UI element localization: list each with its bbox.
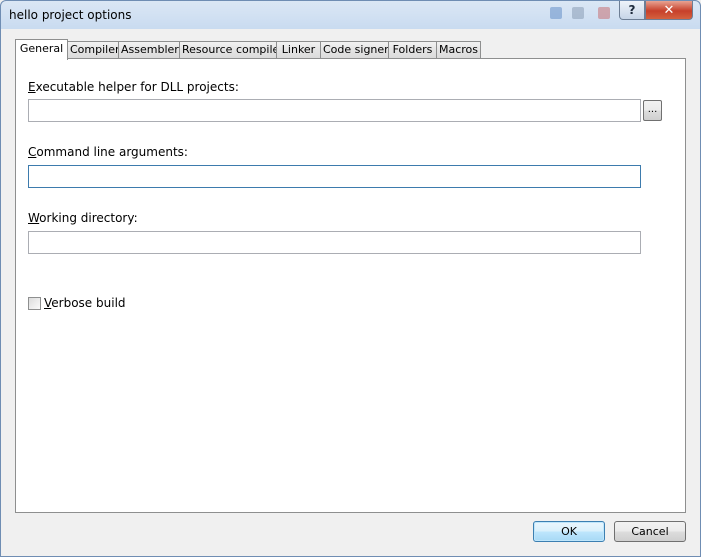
tab-assembler[interactable]: Assembler (118, 41, 180, 59)
background-window-icons (546, 5, 616, 23)
tab-compiler[interactable]: Compiler (67, 41, 120, 59)
general-tab-page: Executable helper for DLL projects: ... … (15, 58, 686, 513)
background-app-icon (550, 7, 562, 19)
background-app-icon (598, 7, 610, 19)
help-icon: ? (628, 3, 636, 17)
executable-helper-label: Executable helper for DLL projects: (28, 80, 239, 94)
ok-button[interactable]: OK (533, 521, 605, 542)
tab-folders[interactable]: Folders (388, 41, 437, 59)
tab-resource-compiler[interactable]: Resource compiler (179, 41, 284, 59)
close-button[interactable]: ✕ (645, 1, 693, 20)
verbose-build-checkbox-row[interactable]: Verbose build (28, 296, 126, 310)
tab-code-signer[interactable]: Code signer (320, 41, 389, 59)
tab-linker[interactable]: Linker (276, 41, 321, 59)
executable-helper-input[interactable] (28, 99, 641, 122)
dialog-client-area: General Compiler Assembler Resource comp… (9, 29, 694, 551)
window-title: hello project options (9, 8, 132, 22)
command-line-input[interactable] (28, 165, 641, 188)
background-app-icon (572, 7, 584, 19)
cancel-button[interactable]: Cancel (614, 521, 686, 542)
verbose-build-label[interactable]: Verbose build (44, 296, 126, 310)
close-icon: ✕ (663, 2, 675, 18)
working-directory-input[interactable] (28, 231, 641, 254)
tab-macros[interactable]: Macros (436, 41, 481, 59)
command-line-label: Command line arguments: (28, 145, 188, 159)
help-button[interactable]: ? (619, 1, 645, 20)
title-bar[interactable]: hello project options ? ✕ (1, 1, 700, 29)
verbose-build-checkbox[interactable] (28, 296, 41, 310)
working-directory-label: Working directory: (28, 211, 138, 225)
tab-general[interactable]: General (15, 39, 68, 60)
dialog-window: hello project options ? ✕ General Compil… (0, 0, 701, 557)
browse-button[interactable]: ... (643, 100, 662, 121)
